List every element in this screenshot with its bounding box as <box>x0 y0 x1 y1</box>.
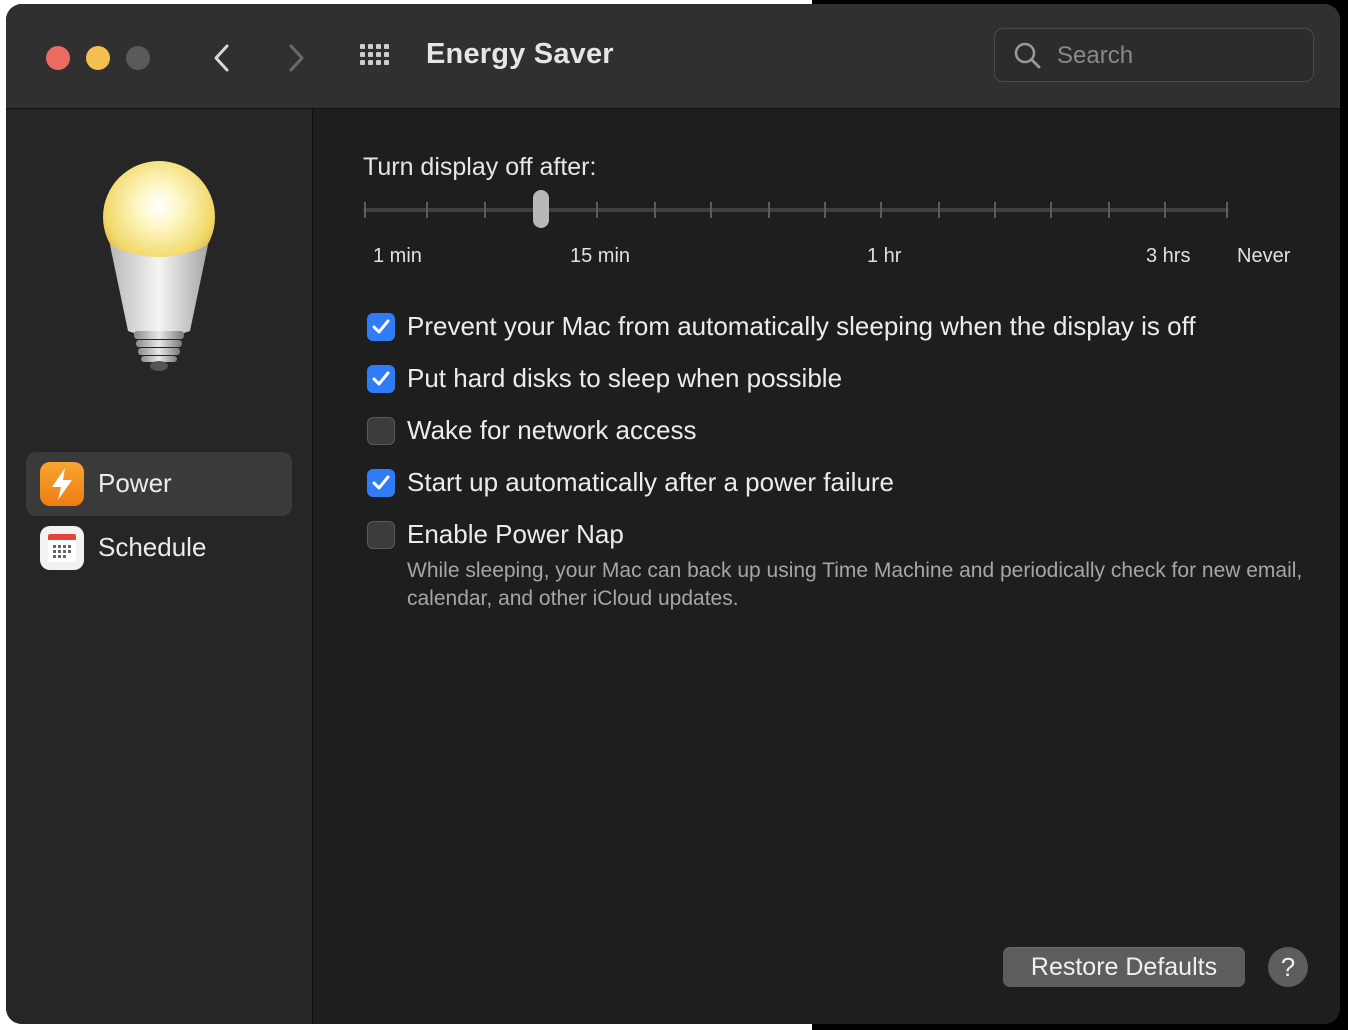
show-all-button[interactable] <box>356 38 396 78</box>
energy-saver-window: Energy Saver Search Power Schedule Turn … <box>6 4 1340 1024</box>
slider-thumb <box>533 190 549 228</box>
zoom-button[interactable] <box>126 46 150 70</box>
search-icon <box>1014 42 1041 69</box>
search-field[interactable] <box>994 28 1314 82</box>
title-bar: Energy Saver <box>6 4 1340 109</box>
checkbox-label: Enable Power Nap <box>407 519 624 549</box>
power-nap-description: While sleeping, your Mac can back up usi… <box>407 559 1303 610</box>
sidebar-item-label: Schedule <box>98 532 207 562</box>
display-off-label: Turn display off after: <box>363 153 597 181</box>
checkbox-unchecked[interactable] <box>367 417 395 445</box>
sidebar-item-schedule[interactable]: Schedule <box>26 516 292 580</box>
grid-icon <box>360 44 389 65</box>
sidebar: Power Schedule <box>6 109 313 1024</box>
power-bolt-icon <box>40 462 84 506</box>
checkbox-label: Put hard disks to sleep when possible <box>407 363 843 393</box>
display-sleep-slider[interactable] <box>363 189 1233 229</box>
lightbulb-icon <box>103 161 215 371</box>
search-input[interactable] <box>1055 39 1299 73</box>
sidebar-item-power[interactable]: Power <box>26 452 292 516</box>
back-button[interactable] <box>202 38 242 78</box>
sidebar-item-label: Power <box>98 468 172 498</box>
help-button[interactable]: ? <box>1268 947 1308 987</box>
main-panel: Turn display off after: 1 min 15 min 1 h… <box>313 109 1340 1024</box>
chevron-left-icon <box>214 44 229 72</box>
tick-label-15min: 15 min <box>570 245 631 267</box>
checkbox-checked[interactable] <box>367 469 395 497</box>
checkmark-icon <box>372 319 390 334</box>
checkmark-icon <box>372 475 390 490</box>
close-button[interactable] <box>46 46 70 70</box>
forward-button[interactable] <box>276 38 316 78</box>
checkbox-label: Wake for network access <box>407 415 697 445</box>
tick-label-never: Never <box>1237 245 1291 267</box>
restore-defaults-button[interactable]: Restore Defaults <box>1003 947 1245 987</box>
checkbox-unchecked[interactable] <box>367 521 395 549</box>
checkbox-label: Start up automatically after a power fai… <box>407 467 895 497</box>
checkmark-icon <box>372 371 390 386</box>
chevron-right-icon <box>289 44 304 72</box>
tick-label-1min: 1 min <box>373 245 422 267</box>
checkbox-label: Prevent your Mac from automatically slee… <box>407 311 1196 341</box>
checkbox-checked[interactable] <box>367 365 395 393</box>
window-title: Energy Saver <box>426 38 614 70</box>
tick-label-1hr: 1 hr <box>867 245 902 267</box>
checkbox-checked[interactable] <box>367 313 395 341</box>
tick-label-3hrs: 3 hrs <box>1146 245 1191 267</box>
calendar-icon <box>40 526 84 570</box>
minimize-button[interactable] <box>86 46 110 70</box>
